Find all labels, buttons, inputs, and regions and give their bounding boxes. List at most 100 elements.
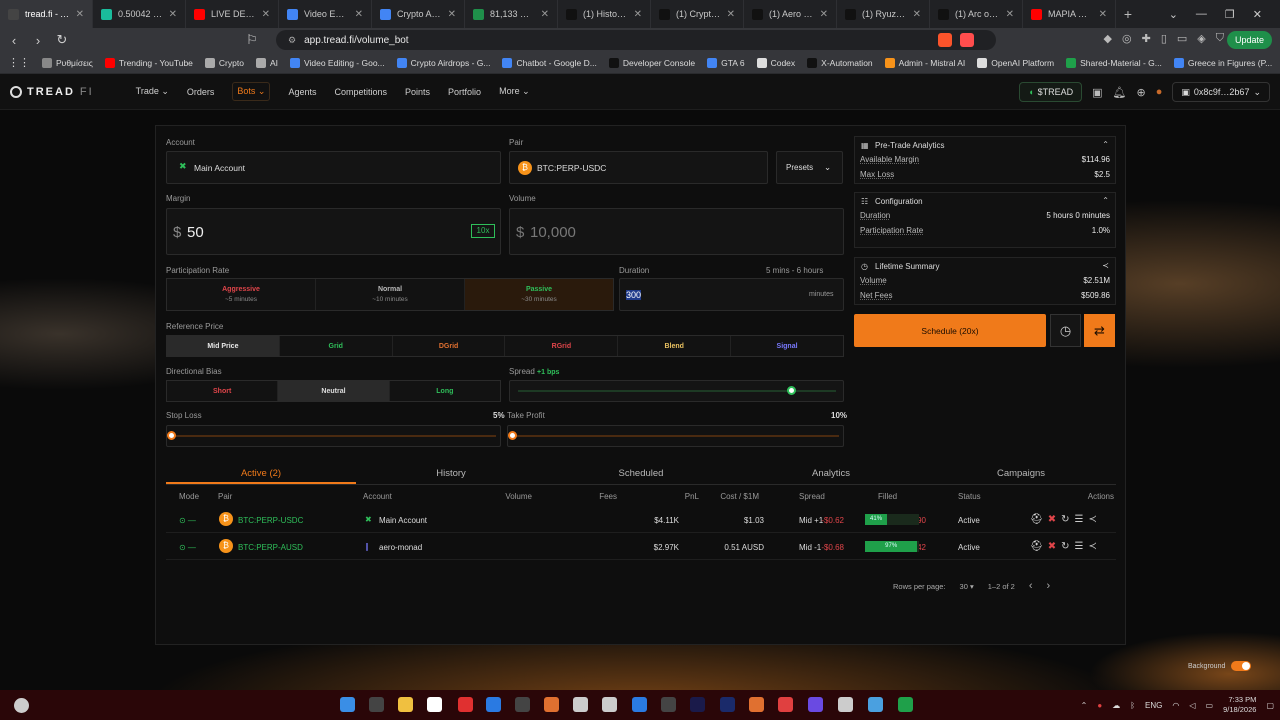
stop-loss-thumb[interactable] [167,431,176,440]
battery-icon[interactable]: ▭ [1206,701,1214,710]
bookmark-item[interactable]: Codex [756,57,795,68]
taskbar-app-icon[interactable] [661,697,676,712]
browser-tab[interactable]: (1) History / X ✕ [558,0,651,28]
column-header[interactable]: Volume [505,492,532,501]
tab-close-icon[interactable]: ✕ [727,9,735,20]
tab-close-icon[interactable]: ✕ [1006,9,1014,20]
segment-option[interactable]: Neutral [278,381,390,401]
chevron-up-icon[interactable]: ⌃ [1081,701,1088,710]
background-toggle[interactable]: Background [1188,658,1266,674]
duration-input[interactable]: 300 minutes [619,278,844,311]
avatar[interactable]: ● [1156,86,1163,98]
browser-tab[interactable]: Video Editing - G ✕ [279,0,372,28]
vpn-icon[interactable]: ◈ [1197,32,1205,45]
bookmark-item[interactable]: Crypto [204,57,244,68]
share-icon[interactable]: ≺ [1088,541,1096,552]
nav-item[interactable]: Competitions [335,87,388,97]
taskbar-app-icon[interactable] [749,697,764,712]
tab-close-icon[interactable]: ✕ [169,9,177,20]
browser-tab[interactable]: (1) CryptoTelugu ✕ [651,0,744,28]
nav-item[interactable]: Agents [288,87,316,97]
orders-tab[interactable]: Campaigns [926,463,1116,484]
volume-icon[interactable]: ◁ [1189,701,1195,710]
chevron-up-icon[interactable]: ⌃ [1102,140,1109,149]
wifi-icon[interactable]: ◠ [1172,701,1179,710]
next-page-icon[interactable]: › [1047,580,1051,592]
taskbar-app-icon[interactable] [720,697,735,712]
take-profit-slider[interactable] [507,425,844,447]
stop-loss-slider[interactable] [166,425,501,447]
pause-bot-icon[interactable]: ⛑ [1030,541,1043,552]
url-field[interactable]: ⚙ app.tread.fi/volume_bot [276,30,996,50]
taskbar-app-icon[interactable] [544,697,559,712]
taskbar-app-icon[interactable] [868,697,883,712]
spread-slider[interactable] [509,380,844,402]
taskbar-app-icon[interactable] [486,697,501,712]
column-header[interactable]: Filled [878,492,897,501]
table-row[interactable]: ⊙ — ₿ BTC:PERP-USDC ✖ Main Account $4.11K $1.0… [166,507,1116,533]
table-row[interactable]: ⊙ — ₿ BTC:PERP-AUSD ∥ aero-monad $2.97K 0.51 A… [166,534,1116,560]
taskbar-app-icon[interactable] [369,697,384,712]
bookmark-icon[interactable]: ⚐ [242,32,262,48]
browser-tab[interactable]: (1) Aero - AI & C ✕ [744,0,837,28]
browser-tab[interactable]: 0.50042 | TREAD ✕ [93,0,186,28]
settings-icon[interactable]: ☰ [1074,541,1083,552]
cancel-icon[interactable]: ✖ [1048,541,1056,552]
taskbar-app-icon[interactable] [427,697,442,712]
bookmark-item[interactable]: X-Automation [807,57,873,68]
app-tray-icon[interactable]: ● [1097,701,1102,710]
bookmark-item[interactable]: Chatbot - Google D... [502,57,597,68]
nav-item[interactable]: Orders [187,87,215,97]
taskbar-app-icon[interactable] [690,697,705,712]
brave-shield-icon[interactable] [938,33,952,47]
tab-close-icon[interactable]: ✕ [820,9,828,20]
tab-close-icon[interactable]: ✕ [355,9,363,20]
column-header[interactable]: Pair [218,492,232,501]
column-header[interactable]: Account [363,492,392,501]
shield-icon[interactable]: ⛉ [1216,32,1224,45]
bookmark-item[interactable]: GTA 6 [707,57,745,68]
prev-page-icon[interactable]: ‹ [1029,580,1033,592]
bookmark-item[interactable]: Video Editing - Goo... [289,57,385,68]
tab-search-icon[interactable]: ⌄ [1169,8,1178,21]
new-tab-button[interactable]: + [1116,6,1140,22]
taskbar-app-icon[interactable] [458,697,473,712]
clock[interactable]: 7:33 PM 9/18/2026 [1223,695,1256,715]
segment-option[interactable]: Mid Price [167,336,280,356]
apps-grid-icon[interactable]: ⋮⋮ [8,56,30,69]
tab-close-icon[interactable]: ✕ [448,9,456,20]
tab-close-icon[interactable]: ✕ [76,9,84,20]
background-switch[interactable] [1231,661,1252,671]
nav-item[interactable]: More ⌄ [499,86,530,97]
browser-tab[interactable]: 81,133 USD | BTC ✕ [465,0,558,28]
browser-tab[interactable]: Crypto Airdrops ✕ [372,0,465,28]
bookmark-item[interactable]: Ρυθμίσεις [42,57,93,68]
orders-tab[interactable]: Active (2) [166,463,356,484]
restart-icon[interactable]: ↻ [1061,514,1069,525]
segment-option[interactable]: Signal [731,336,843,356]
browser-tab[interactable]: LIVE DEBATE - K ✕ [186,0,279,28]
forward-icon[interactable]: › [28,33,48,48]
tread-logo[interactable]: TREAD FI [10,85,94,98]
rows-per-page-select[interactable]: 30 ▾ [960,582,974,591]
reload-icon[interactable]: ↻ [52,32,72,48]
orders-tab[interactable]: Scheduled [546,463,736,484]
minimize-icon[interactable]: — [1196,8,1207,20]
nav-item[interactable]: Bots ⌄ [232,82,271,101]
column-header[interactable]: Cost / $1M [720,492,759,501]
schedule-button[interactable]: Schedule (20x) [854,314,1046,347]
bell-icon[interactable]: 🔔︎ [1113,86,1127,99]
bookmark-item[interactable]: Greece in Figures (P... [1173,57,1272,68]
tab-close-icon[interactable]: ✕ [1099,9,1107,20]
presets-button[interactable]: Presets ⌄ [776,151,843,184]
column-header[interactable]: Mode [179,492,199,501]
cancel-icon[interactable]: ✖ [1048,514,1056,525]
bookmark-item[interactable]: OpenAI Platform [977,57,1054,68]
maximize-icon[interactable]: ❐ [1225,8,1235,21]
language-indicator[interactable]: ENG [1145,701,1162,710]
settings-icon[interactable]: ☰ [1074,514,1083,525]
cloud-icon[interactable]: ☁ [1112,701,1120,710]
column-header[interactable]: Fees [599,492,617,501]
taskbar-app-icon[interactable] [808,697,823,712]
row-pair[interactable]: BTC:PERP-USDC [238,516,303,525]
